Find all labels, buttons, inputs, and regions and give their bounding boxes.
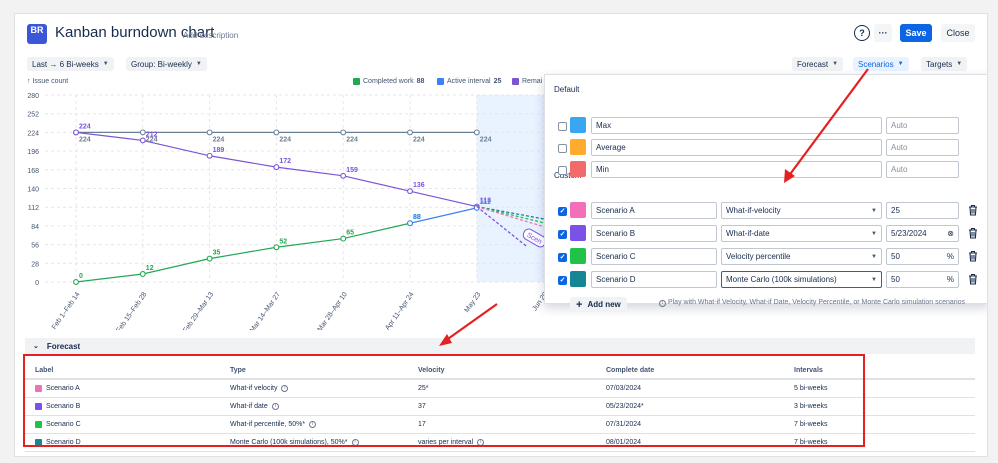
annotation-arrow <box>444 303 498 342</box>
arrow-head <box>439 334 452 346</box>
app-window: BR Kanban burndown chart Add description… <box>14 13 988 457</box>
annotation-arrows <box>439 68 869 346</box>
annotation-arrow <box>787 68 869 178</box>
